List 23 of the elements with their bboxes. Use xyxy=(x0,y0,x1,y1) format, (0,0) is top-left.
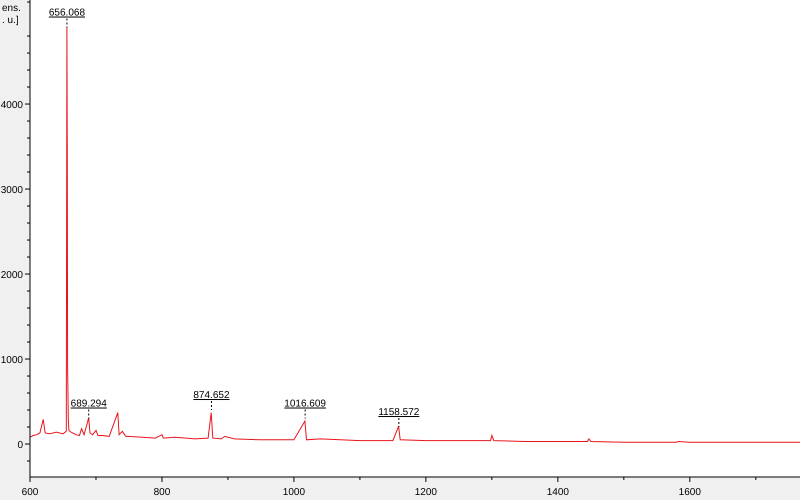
leader-line xyxy=(304,409,306,420)
peak-label: 689.294 xyxy=(70,398,107,410)
x-tick-label: 800 xyxy=(154,487,170,498)
y-tick-label: 3000 xyxy=(0,185,23,196)
x-tick-label: 1000 xyxy=(282,487,306,498)
x-tick-label: 1400 xyxy=(546,487,569,498)
peak-label: 874.652 xyxy=(193,390,230,402)
y-tick-label: 1000 xyxy=(0,355,23,366)
y-tick-label: 0 xyxy=(17,440,23,452)
leader-line xyxy=(398,418,400,428)
peak-label: 656.068 xyxy=(48,8,86,19)
y-axis-label: . u.] xyxy=(2,15,19,26)
x-tick-label: 600 xyxy=(22,487,38,498)
leader-line xyxy=(210,400,212,411)
peak-label: 1016.609 xyxy=(284,398,326,410)
peak-label: 1158.572 xyxy=(378,407,420,418)
y-axis-label: ens. xyxy=(2,3,21,14)
x-tick-label: 1200 xyxy=(414,487,437,498)
x-tick-label: 1600 xyxy=(678,487,701,498)
y-tick-label: 2000 xyxy=(0,270,23,282)
y-tick-label: 4000 xyxy=(0,100,23,112)
leader-line xyxy=(88,409,90,420)
leader-line xyxy=(66,18,68,28)
